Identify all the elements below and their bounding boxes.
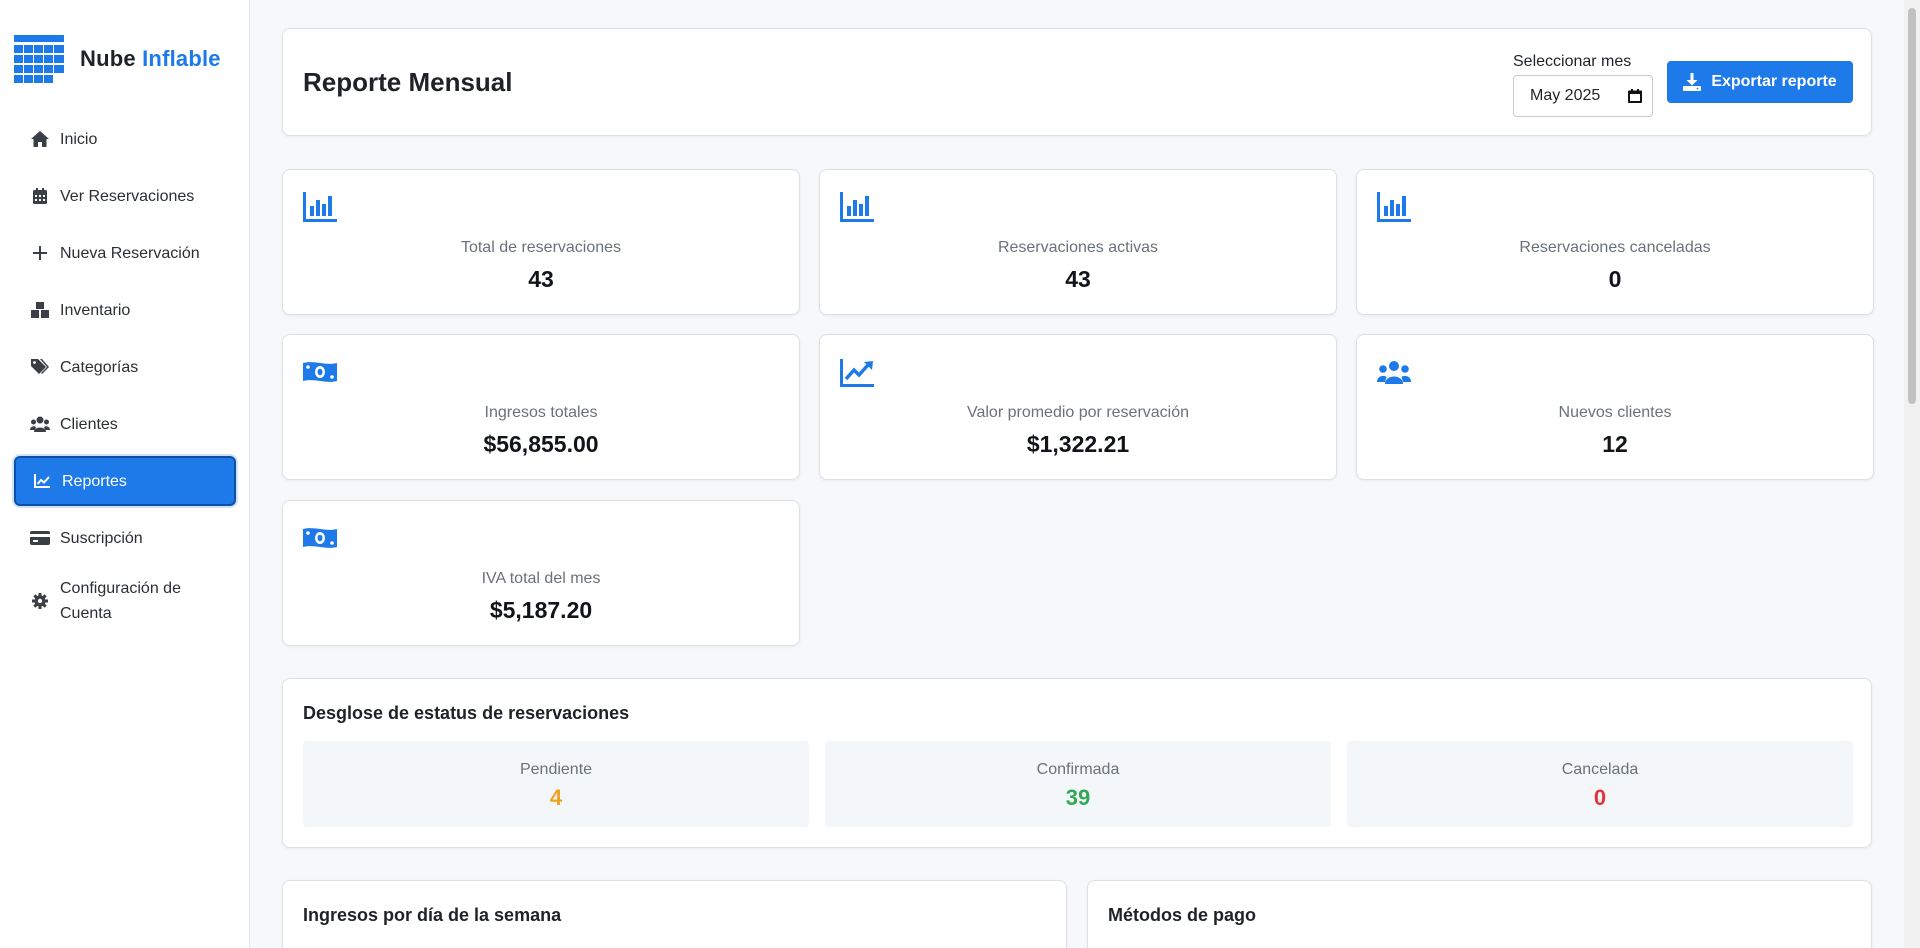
brand[interactable]: Nube Inflable (14, 34, 221, 84)
stat-value: 12 (1602, 431, 1628, 457)
stat-value: $5,187.20 (489, 597, 593, 623)
sidebar-item-label: Nueva Reservación (60, 244, 200, 262)
section-title: Ingresos por día de la semana (303, 905, 562, 925)
stat-card-iva-total: IVA total del mes $5,187.20 (282, 500, 800, 646)
sidebar-item-label: Suscripción (60, 529, 143, 547)
breakdown-confirmada: Confirmada 39 (825, 741, 1331, 827)
calendar-icon[interactable] (1628, 89, 1642, 103)
sidebar-item-inicio[interactable]: Inicio (14, 114, 236, 164)
gear-icon (30, 591, 50, 611)
breakdown-value: 0 (1593, 785, 1607, 810)
stat-value: $1,322.21 (1026, 431, 1130, 457)
export-button-label: Exportar reporte (1711, 73, 1837, 90)
chart-line-icon (32, 471, 52, 491)
stat-card-ingresos-totales: Ingresos totales $56,855.00 (282, 334, 800, 480)
stat-card-nuevos-clientes: Nuevos clientes 12 (1356, 334, 1874, 480)
export-report-button[interactable]: Exportar reporte (1667, 61, 1853, 103)
payment-methods-card: Métodos de pago (1087, 880, 1872, 948)
plus-icon (30, 243, 50, 263)
month-input-value: May 2025 (1530, 87, 1601, 104)
sidebar-item-label: Configuración de Cuenta (60, 580, 181, 622)
stat-label: Nuevos clientes (1558, 404, 1672, 421)
bar-chart-icon (840, 192, 874, 222)
chart-trend-icon (840, 359, 874, 387)
month-input[interactable]: May 2025 (1513, 75, 1653, 117)
status-breakdown: Desglose de estatus de reservaciones Pen… (282, 678, 1872, 848)
stat-label: Reservaciones canceladas (1519, 239, 1711, 256)
tags-icon (30, 357, 50, 377)
stat-label: Reservaciones activas (997, 239, 1159, 256)
sidebar-item-suscripcion[interactable]: Suscripción (14, 513, 236, 563)
stat-value: $56,855.00 (483, 431, 599, 457)
sidebar-item-label: Ver Reservaciones (60, 187, 195, 205)
brand-name: Nube Inflable (80, 46, 221, 72)
stat-card-valor-promedio: Valor promedio por reservación $1,322.21 (819, 334, 1337, 480)
stat-label: Valor promedio por reservación (966, 404, 1190, 421)
stat-label: Ingresos totales (484, 404, 598, 421)
brand-name-part2: Inflable (142, 46, 221, 71)
sidebar: Nube Inflable Inicio Ver Reservaciones N… (0, 0, 250, 948)
money-bill-icon (303, 528, 337, 548)
breakdown-label: Confirmada (1036, 761, 1120, 778)
report-header: Reporte Mensual Seleccionar mes May 2025… (282, 28, 1872, 136)
sidebar-item-configuracion[interactable]: Configuración de Cuenta (14, 570, 236, 632)
sidebar-item-inventario[interactable]: Inventario (14, 285, 236, 335)
section-title: Desglose de estatus de reservaciones (303, 703, 630, 723)
sidebar-item-label: Reportes (62, 472, 127, 490)
stat-label: Total de reservaciones (460, 239, 622, 256)
boxes-icon (30, 300, 50, 320)
breakdown-label: Cancelada (1561, 761, 1639, 778)
breakdown-cancelada: Cancelada 0 (1347, 741, 1853, 827)
page-title: Reporte Mensual (303, 67, 513, 97)
sidebar-item-nueva-reservacion[interactable]: Nueva Reservación (14, 228, 236, 278)
sidebar-nav: Inicio Ver Reservaciones Nueva Reservaci… (14, 114, 236, 639)
bar-chart-icon (303, 192, 337, 222)
sidebar-item-label: Inicio (60, 130, 98, 148)
users-icon (30, 414, 50, 434)
stat-value: 0 (1608, 266, 1622, 292)
scrollbar-thumb[interactable] (1908, 8, 1916, 404)
stat-value: 43 (528, 266, 554, 292)
stat-card-reservaciones-canceladas: Reservaciones canceladas 0 (1356, 169, 1874, 315)
main-content: Reporte Mensual Seleccionar mes May 2025… (250, 0, 1904, 948)
stat-card-total-reservaciones: Total de reservaciones 43 (282, 169, 800, 315)
credit-card-icon (30, 528, 50, 548)
breakdown-value: 39 (1065, 785, 1091, 810)
download-icon (1683, 73, 1702, 91)
breakdown-label: Pendiente (519, 761, 593, 778)
sidebar-item-label: Inventario (60, 301, 131, 319)
home-icon (30, 129, 50, 149)
sidebar-item-clientes[interactable]: Clientes (14, 399, 236, 449)
breakdown-pendiente: Pendiente 4 (303, 741, 809, 827)
calendar-icon (30, 186, 50, 206)
calendar-grid-icon (14, 35, 64, 83)
breakdown-value: 4 (549, 785, 563, 810)
money-bill-icon (303, 362, 337, 382)
users-icon (1377, 361, 1411, 384)
bar-chart-icon (1377, 192, 1411, 222)
sidebar-item-label: Clientes (60, 415, 118, 433)
section-title: Métodos de pago (1108, 905, 1256, 925)
month-label: Seleccionar mes (1513, 53, 1632, 70)
stat-value: 43 (1065, 266, 1091, 292)
revenue-by-weekday-card: Ingresos por día de la semana (282, 880, 1067, 948)
sidebar-item-ver-reservaciones[interactable]: Ver Reservaciones (14, 171, 236, 221)
page-scrollbar[interactable] (1904, 0, 1920, 948)
sidebar-item-label: Categorías (60, 358, 139, 376)
sidebar-item-reportes[interactable]: Reportes (14, 456, 236, 506)
brand-name-part1: Nube (80, 46, 136, 71)
stat-label: IVA total del mes (481, 570, 601, 587)
stat-card-reservaciones-activas: Reservaciones activas 43 (819, 169, 1337, 315)
sidebar-item-categorias[interactable]: Categorías (14, 342, 236, 392)
